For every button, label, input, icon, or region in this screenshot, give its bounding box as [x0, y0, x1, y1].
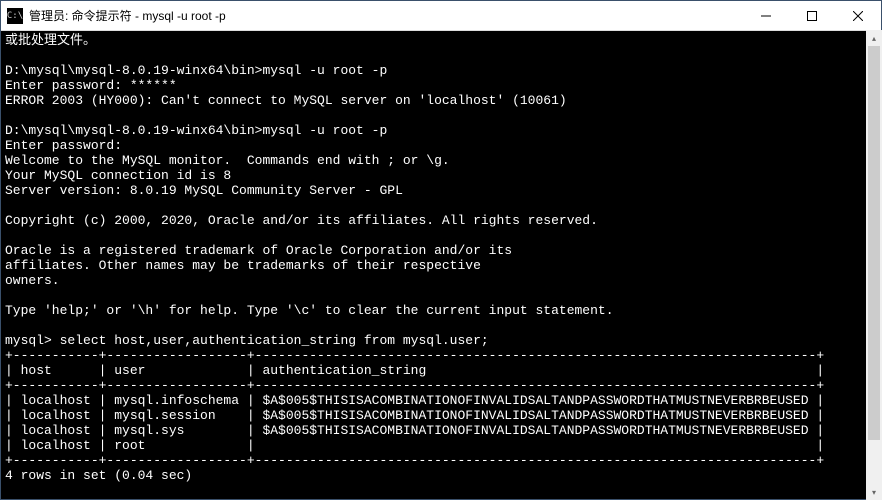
scroll-down-button[interactable]: ▾ [866, 484, 882, 500]
scroll-thumb[interactable] [868, 46, 880, 440]
minimize-icon [761, 11, 771, 21]
window-controls [743, 1, 881, 30]
chevron-down-icon: ▾ [872, 488, 876, 497]
titlebar[interactable]: C:\ 管理员: 命令提示符 - mysql -u root -p [1, 1, 881, 31]
scroll-up-button[interactable]: ▴ [866, 30, 882, 46]
chevron-up-icon: ▴ [872, 34, 876, 43]
cmd-window: C:\ 管理员: 命令提示符 - mysql -u root -p 或批处理文件… [0, 0, 882, 500]
maximize-button[interactable] [789, 1, 835, 30]
scroll-track[interactable] [866, 46, 882, 484]
close-icon [853, 11, 863, 21]
maximize-icon [807, 11, 817, 21]
vertical-scrollbar[interactable]: ▴ ▾ [866, 30, 882, 500]
minimize-button[interactable] [743, 1, 789, 30]
window-title: 管理员: 命令提示符 - mysql -u root -p [29, 7, 743, 24]
terminal-output[interactable]: 或批处理文件。 D:\mysql\mysql-8.0.19-winx64\bin… [1, 31, 881, 499]
app-icon: C:\ [7, 8, 23, 24]
close-button[interactable] [835, 1, 881, 30]
